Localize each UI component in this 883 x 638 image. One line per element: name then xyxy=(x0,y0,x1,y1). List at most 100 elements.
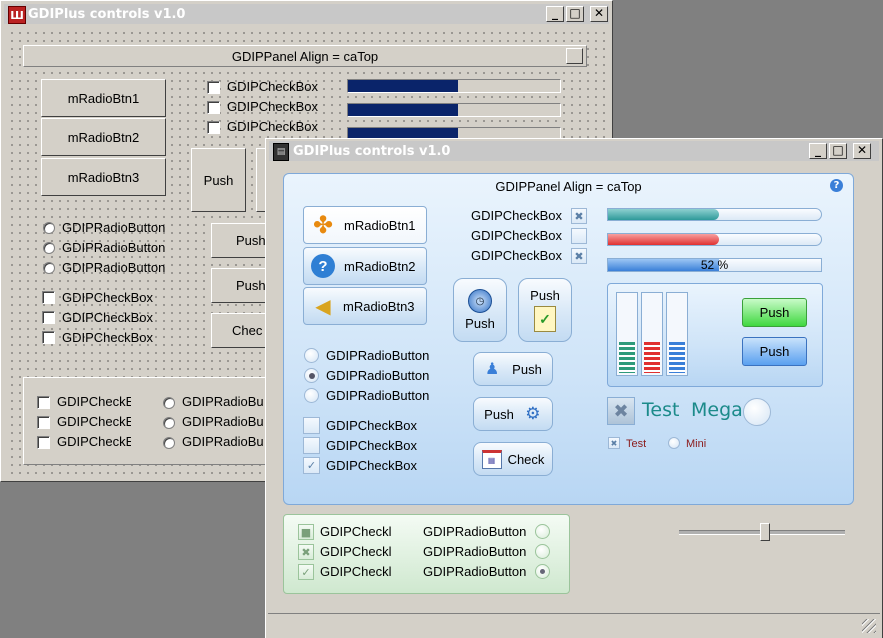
push-clock-button[interactable]: ◷ Push xyxy=(453,278,507,342)
slider-thumb[interactable] xyxy=(760,523,771,541)
front-panel-title: GDIPPanel Align = caTop xyxy=(495,179,642,194)
checkbox-label: GDIPCheckBox xyxy=(62,330,154,345)
progress-bar xyxy=(347,79,561,93)
radio-button[interactable] xyxy=(43,242,55,254)
radio-btn-2[interactable]: ? mRadioBtn2 xyxy=(303,247,427,285)
maximize-button[interactable]: □ xyxy=(829,143,847,159)
mini-radio[interactable] xyxy=(668,437,680,449)
progress-bar-teal xyxy=(607,208,822,221)
radio-button[interactable] xyxy=(535,544,550,559)
film-icon: ▤ xyxy=(273,143,289,161)
mega-radio[interactable] xyxy=(743,398,771,426)
radio-label: GDIPRadioButton xyxy=(423,564,527,579)
checkbox[interactable] xyxy=(42,331,55,344)
level-fill xyxy=(619,341,635,373)
radio-dot xyxy=(540,569,545,574)
green-push-button[interactable]: Push xyxy=(742,298,807,327)
push-button-large[interactable]: Push xyxy=(191,148,246,212)
user-icon: ♟ xyxy=(485,361,500,378)
help-icon[interactable]: ? xyxy=(830,179,843,192)
push-label: Push xyxy=(530,288,560,303)
checkbox-label: GDIPCheckE xyxy=(57,414,131,429)
radio-button[interactable] xyxy=(304,388,319,403)
checkbox-crossed[interactable]: ✖ xyxy=(298,544,314,560)
radio-button[interactable] xyxy=(535,524,550,539)
radio-label: GDIPRadioButton xyxy=(423,544,527,559)
radio-button[interactable] xyxy=(43,262,55,274)
radio-btn-1[interactable]: mRadioBtn1 xyxy=(41,79,166,117)
checkbox-label: GDIPCheckBox xyxy=(471,248,563,263)
back-title-bar[interactable]: Ш GDIPlus controls v1.0 _ □ ✕ xyxy=(4,4,609,24)
radio-btn-label: mRadioBtn3 xyxy=(343,298,415,314)
blue-push-button[interactable]: Push xyxy=(742,337,807,366)
minimize-button[interactable]: _ xyxy=(546,6,564,22)
push-button[interactable]: Push xyxy=(211,223,268,258)
checkbox-checked[interactable]: ✓ xyxy=(298,564,314,580)
radio-label: GDIPRadioBu xyxy=(182,434,264,449)
radio-btn-1[interactable]: ✤ mRadioBtn1 xyxy=(303,206,427,244)
check-calendar-button[interactable]: ▦ Check xyxy=(473,442,553,476)
close-button[interactable]: ✕ xyxy=(853,143,871,159)
checkbox-label: GDIPCheckBox xyxy=(227,79,319,94)
radio-btn-3[interactable]: ◀ mRadioBtn3 xyxy=(303,287,427,325)
gear-icon: ⚙ xyxy=(525,404,541,423)
radio-button[interactable] xyxy=(163,417,175,429)
close-button[interactable]: ✕ xyxy=(590,6,608,22)
mini-test-label: Test xyxy=(626,438,647,450)
radio-btn-label: mRadioBtn1 xyxy=(344,217,416,233)
checkbox[interactable] xyxy=(207,101,220,114)
checkbox[interactable] xyxy=(303,437,320,454)
push-label: Push xyxy=(512,361,542,377)
checkbox[interactable] xyxy=(37,416,50,429)
check-label: Check xyxy=(507,451,545,467)
checkbox[interactable] xyxy=(571,228,587,244)
checkbox[interactable] xyxy=(303,417,320,434)
radio-button[interactable] xyxy=(43,222,55,234)
checkbox-filled[interactable]: ■ xyxy=(298,524,314,540)
front-window-title: GDIPlus controls v1.0 xyxy=(293,144,451,159)
checkbox[interactable]: ✖ xyxy=(571,248,587,264)
mini-checkbox[interactable]: ✖ xyxy=(608,437,620,449)
push-doc-button[interactable]: Push ✓ xyxy=(518,278,572,342)
progress-percent: 52 % xyxy=(700,258,729,272)
checkbox-checked[interactable]: ✓ xyxy=(303,457,320,474)
push-label: Push xyxy=(465,316,495,331)
checkbox[interactable] xyxy=(42,291,55,304)
radio-label: GDIPRadioButton xyxy=(326,348,430,363)
radio-button-selected[interactable] xyxy=(535,564,550,579)
radio-btn-2[interactable]: mRadioBtn2 xyxy=(41,118,166,156)
checkbox[interactable] xyxy=(207,121,220,134)
level-meter xyxy=(616,292,638,376)
checkbox[interactable] xyxy=(207,81,220,94)
checkbox[interactable] xyxy=(42,311,55,324)
check-button[interactable]: Chec xyxy=(211,313,268,348)
size-grip-icon[interactable] xyxy=(862,619,876,633)
radio-label: GDIPRadioButton xyxy=(326,388,430,403)
radio-label: GDIPRadioButton xyxy=(62,240,166,255)
maximize-button[interactable]: □ xyxy=(566,6,584,22)
push-button[interactable]: Push xyxy=(211,268,268,303)
checkbox[interactable] xyxy=(37,436,50,449)
close-x-icon[interactable]: ✖ xyxy=(607,397,635,425)
push-label: Push xyxy=(484,406,514,422)
radio-button[interactable] xyxy=(163,397,175,409)
checkbox[interactable] xyxy=(37,396,50,409)
radio-btn-3[interactable]: mRadioBtn3 xyxy=(41,158,166,196)
puzzle-icon: ✤ xyxy=(312,211,334,239)
checkbox[interactable]: ✖ xyxy=(571,208,587,224)
radio-button-selected[interactable] xyxy=(304,368,319,383)
minimize-button[interactable]: _ xyxy=(809,143,827,159)
checkbox-label: GDIPCheckE xyxy=(57,394,131,409)
document-check-icon: ✓ xyxy=(534,306,556,332)
push-gear-button[interactable]: Push ⚙ xyxy=(473,397,553,431)
radio-button[interactable] xyxy=(163,437,175,449)
checkbox-label: GDIPCheckBox xyxy=(62,310,154,325)
front-title-bar[interactable]: ▤ GDIPlus controls v1.0 _ □ ✕ xyxy=(269,141,879,161)
panel-collapse-button[interactable] xyxy=(566,48,583,64)
push-user-button[interactable]: ♟ Push xyxy=(473,352,553,386)
back-panel-title: GDIPPanel Align = caTop xyxy=(231,49,379,64)
radio-button[interactable] xyxy=(304,348,319,363)
status-bar xyxy=(268,613,880,635)
radio-dot xyxy=(308,372,315,379)
progress-bar xyxy=(347,103,561,117)
